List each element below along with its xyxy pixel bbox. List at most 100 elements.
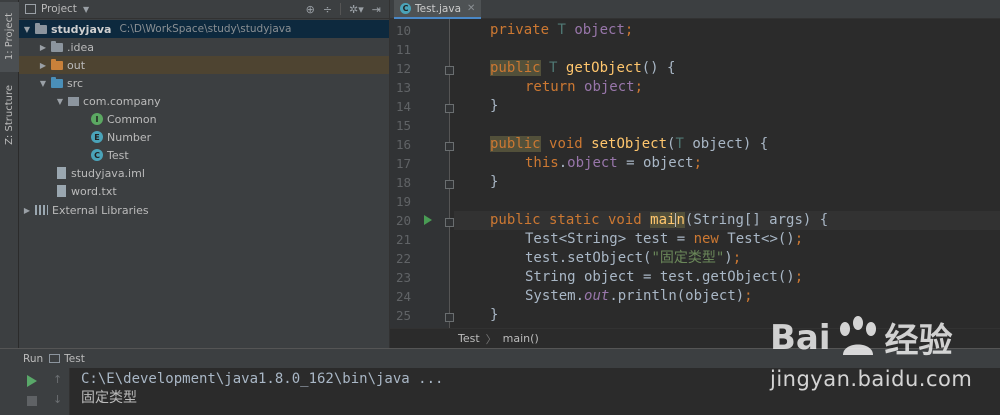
tree-item-src[interactable]: ▼ src	[19, 74, 389, 92]
run-panel-header: Run Test	[0, 348, 1000, 368]
line-number: 23	[396, 270, 412, 285]
excluded-folder-icon	[51, 58, 63, 70]
collapsed-arrow-icon[interactable]: ▶	[38, 61, 48, 70]
collapse-all-icon[interactable]: ÷	[323, 3, 332, 16]
run-panel-label: Run	[23, 352, 44, 365]
tree-item-com-company[interactable]: ▼ com.company	[19, 92, 389, 110]
code-text: () {	[641, 60, 676, 76]
method-name: getObject	[565, 60, 642, 76]
tree-item-external-libraries[interactable]: ▶ External Libraries	[19, 201, 389, 219]
code-line-24: System.out.println(object);	[525, 287, 753, 306]
fold-marker-icon[interactable]	[445, 313, 454, 322]
semicolon: ;	[794, 269, 804, 285]
tree-item-test[interactable]: C Test	[19, 146, 389, 164]
code-line-23: String object = test.getObject();	[525, 268, 803, 287]
code-editor: C Test.java ✕ 10 11 12 13 14 15 16 17 18…	[390, 0, 1000, 348]
fold-marker-icon[interactable]	[445, 218, 454, 227]
static-field: out	[584, 288, 610, 304]
line-number: 15	[396, 118, 412, 133]
field: object	[567, 155, 618, 171]
keyword: private	[490, 22, 550, 38]
tree-item-common[interactable]: I Common	[19, 110, 389, 128]
method-name: mai	[650, 212, 676, 228]
tree-item-word-txt[interactable]: word.txt	[19, 182, 389, 200]
code-area[interactable]: private T object; public T getObject() {…	[454, 19, 1000, 328]
code-line-20-current: public static void main(String[] args) {	[454, 211, 1000, 230]
tree-item-label: studyjava	[51, 22, 112, 36]
keyword: return	[525, 79, 576, 95]
semicolon: ;	[624, 22, 634, 38]
tree-item-idea[interactable]: ▶ .idea	[19, 38, 389, 56]
gear-icon[interactable]: ✲▾	[349, 3, 364, 16]
enum-icon: E	[91, 131, 103, 143]
code-text: object) {	[683, 136, 769, 152]
tree-item-studyjava[interactable]: ▼ studyjava C:\D\WorkSpace\study\studyja…	[19, 20, 389, 38]
line-number: 13	[396, 80, 412, 95]
breadcrumb-separator-icon: 〉	[485, 332, 497, 346]
expanded-arrow-icon[interactable]: ▼	[55, 97, 65, 106]
fold-marker-icon[interactable]	[445, 180, 454, 189]
keyword: public	[490, 136, 541, 152]
line-number: 21	[396, 232, 412, 247]
run-gutter-icon[interactable]	[424, 215, 432, 225]
breadcrumb-class[interactable]: Test	[458, 332, 480, 345]
collapsed-arrow-icon[interactable]: ▶	[38, 43, 48, 52]
fold-marker-icon[interactable]	[445, 104, 454, 113]
arrow-up-icon[interactable]: ↑	[53, 373, 62, 386]
string-literal: "固定类型"	[651, 250, 725, 266]
tab-label: Test.java	[415, 2, 462, 15]
code-text: Test<String> test =	[525, 231, 694, 247]
rerun-icon[interactable]	[27, 375, 37, 387]
tab-test-java[interactable]: C Test.java ✕	[394, 0, 482, 19]
code-text: = object	[617, 155, 694, 171]
chevron-down-icon[interactable]: ▼	[83, 5, 89, 14]
folder-icon	[51, 40, 63, 52]
code-text: .println(object)	[609, 288, 745, 304]
field: object	[584, 79, 635, 95]
fold-marker-icon[interactable]	[445, 142, 454, 151]
field: object	[574, 22, 625, 38]
type-param: T	[557, 22, 566, 38]
project-view-icon	[25, 4, 36, 14]
close-icon[interactable]: ✕	[467, 3, 475, 14]
collapsed-arrow-icon[interactable]: ▶	[22, 206, 32, 215]
code-text: Test<>()	[718, 231, 795, 247]
class-icon: C	[400, 3, 411, 14]
tree-item-out[interactable]: ▶ out	[19, 56, 389, 74]
console-output[interactable]: C:\E\development\java1.8.0_162\bin\java …	[70, 368, 1000, 415]
project-panel: Project ▼ ⊕ ÷ ✲▾ ⇥ ▼ studyjava C:\D\Work…	[19, 0, 390, 348]
breadcrumb-method[interactable]: main()	[503, 332, 539, 345]
fold-marker-icon[interactable]	[445, 66, 454, 75]
line-number: 22	[396, 251, 412, 266]
arrow-down-icon[interactable]: ↓	[53, 393, 62, 406]
module-path: C:\D\WorkSpace\study\studyjava	[119, 23, 292, 35]
tree-item-label: .idea	[67, 40, 95, 54]
run-config-tab[interactable]: Test	[64, 353, 85, 365]
code-text: String object = test.getObject()	[525, 269, 795, 285]
line-number: 25	[396, 308, 412, 323]
tree-item-number[interactable]: E Number	[19, 128, 389, 146]
console-output-line: 固定类型	[81, 390, 137, 406]
tree-item-studyjava-iml[interactable]: studyjava.iml	[19, 164, 389, 182]
expanded-arrow-icon[interactable]: ▼	[22, 25, 32, 34]
line-number: 24	[396, 289, 412, 304]
keyword: void	[549, 136, 583, 152]
project-tool-tab[interactable]: 1: Project	[0, 2, 19, 72]
line-number-gutter[interactable]: 10 11 12 13 14 15 16 17 18 19 20 21 22 2…	[390, 19, 454, 328]
code-line-18: }	[490, 174, 499, 190]
semicolon: ;	[744, 288, 753, 304]
expanded-arrow-icon[interactable]: ▼	[38, 79, 48, 88]
hide-panel-icon[interactable]: ⇥	[372, 3, 381, 16]
run-config-icon	[49, 354, 61, 363]
semicolon: ;	[634, 79, 644, 95]
project-view-selector[interactable]: Project	[41, 3, 77, 15]
scroll-from-source-icon[interactable]: ⊕	[306, 3, 315, 16]
code-line-13: return object;	[525, 78, 643, 97]
code-text: .	[558, 155, 568, 171]
line-number: 20	[396, 213, 412, 228]
stop-icon[interactable]	[27, 396, 37, 406]
interface-icon: I	[91, 113, 103, 125]
module-folder-icon	[35, 22, 47, 34]
tree-item-label: Number	[107, 130, 152, 144]
structure-tool-tab[interactable]: Z: Structure	[0, 78, 19, 152]
